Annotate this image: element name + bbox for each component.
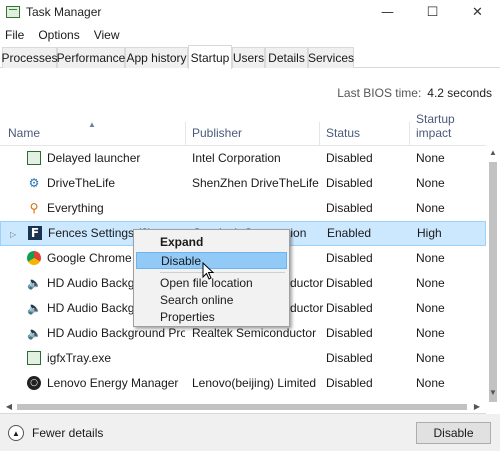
- fewer-details-label[interactable]: Fewer details: [32, 426, 103, 440]
- row-publisher: [192, 346, 320, 371]
- title-bar: Task Manager — ☐ ✕: [0, 0, 500, 24]
- row-publisher: Intel Corporation: [192, 151, 281, 165]
- context-properties[interactable]: Properties: [136, 309, 287, 326]
- row-status: Disabled: [326, 301, 373, 315]
- gear-icon: ⚙: [28, 176, 40, 190]
- menu-options[interactable]: Options: [38, 28, 79, 42]
- column-divider[interactable]: [409, 122, 410, 146]
- chrome-icon: [27, 251, 41, 265]
- window-title: Task Manager: [26, 5, 102, 19]
- speaker-icon: 🔈: [27, 276, 42, 290]
- tab-bar: Processes Performance App history Startu…: [0, 45, 500, 69]
- column-status[interactable]: Status: [326, 120, 410, 146]
- window-controls: — ☐ ✕: [365, 0, 500, 24]
- context-separator: [160, 272, 285, 273]
- app-window-icon: [27, 151, 41, 165]
- menu-file[interactable]: File: [5, 28, 24, 42]
- tab-performance[interactable]: Performance: [57, 47, 125, 68]
- mouse-cursor-icon: [202, 262, 214, 280]
- row-status: Disabled: [326, 326, 373, 340]
- row-status: Disabled: [326, 176, 373, 190]
- row-status: Disabled: [326, 251, 373, 265]
- row-name: Everything: [47, 201, 104, 215]
- vertical-scrollbar[interactable]: ▲ ▼: [486, 120, 500, 414]
- speaker-icon: 🔈: [27, 326, 42, 340]
- row-status: Disabled: [326, 276, 373, 290]
- scrollbar-thumb[interactable]: [489, 162, 497, 402]
- horizontal-scrollbar[interactable]: ◀ ▶: [0, 400, 486, 414]
- row-publisher: Lenovo(beijing) Limited: [192, 376, 317, 390]
- row-impact: None: [416, 351, 445, 365]
- row-publisher: ShenZhen DriveTheLife S...: [192, 176, 320, 190]
- table-row[interactable]: igfxTray.exe Disabled None: [0, 346, 486, 371]
- menu-view[interactable]: View: [94, 28, 120, 42]
- task-manager-icon: [6, 6, 20, 18]
- row-impact: None: [416, 301, 445, 315]
- row-name: DriveTheLife: [47, 176, 116, 190]
- row-impact: None: [416, 376, 445, 390]
- fewer-details-link[interactable]: ▲ Fewer details: [8, 425, 103, 441]
- table-row[interactable]: ⚙ DriveTheLife ShenZhen DriveTheLife S..…: [0, 171, 486, 196]
- speaker-icon: 🔈: [27, 301, 42, 315]
- row-publisher: [192, 196, 320, 221]
- tab-app-history[interactable]: App history: [125, 47, 188, 68]
- row-impact: None: [416, 176, 445, 190]
- chevron-up-icon[interactable]: ▲: [8, 425, 24, 441]
- row-status: Disabled: [326, 151, 373, 165]
- table-row[interactable]: ⚲ Everything Disabled None: [0, 196, 486, 221]
- context-search-online[interactable]: Search online: [136, 292, 287, 309]
- menu-bar: File Options View: [0, 26, 500, 44]
- app-window-icon: [27, 351, 41, 365]
- row-name: igfxTray.exe: [47, 351, 112, 365]
- tab-startup[interactable]: Startup: [188, 45, 232, 69]
- column-name[interactable]: Name: [8, 120, 186, 146]
- row-status: Disabled: [326, 201, 373, 215]
- expand-chevron-icon[interactable]: ▷: [10, 222, 16, 247]
- column-startup-impact[interactable]: Startup impact: [416, 112, 486, 146]
- scroll-down-icon[interactable]: ▼: [486, 386, 500, 400]
- row-impact: None: [416, 251, 445, 265]
- row-status: Disabled: [326, 376, 373, 390]
- tab-users[interactable]: Users: [232, 47, 265, 68]
- row-name: Delayed launcher: [47, 151, 141, 165]
- scroll-up-icon[interactable]: ▲: [486, 146, 500, 160]
- magnifier-icon: ⚲: [29, 201, 39, 215]
- bios-time-label: Last BIOS time:: [337, 86, 422, 100]
- table-row[interactable]: Delayed launcher Intel Corporation Disab…: [0, 146, 486, 171]
- row-name: Lenovo Energy Manager: [47, 376, 179, 390]
- footer-bar: ▲ Fewer details Disable: [0, 414, 500, 451]
- context-expand[interactable]: Expand: [136, 234, 287, 251]
- minimize-button[interactable]: —: [365, 0, 410, 24]
- tab-details[interactable]: Details: [265, 47, 308, 68]
- bios-time: Last BIOS time: 4.2 seconds: [337, 86, 492, 100]
- scrollbar-thumb[interactable]: [17, 404, 467, 410]
- row-impact: None: [416, 151, 445, 165]
- column-divider[interactable]: [319, 122, 320, 146]
- fences-icon: F: [28, 226, 42, 240]
- row-impact: None: [416, 201, 445, 215]
- row-impact: High: [417, 226, 442, 240]
- close-button[interactable]: ✕: [455, 0, 500, 24]
- row-impact: None: [416, 276, 445, 290]
- scroll-right-icon[interactable]: ▶: [470, 400, 484, 414]
- row-status: Enabled: [327, 226, 372, 240]
- maximize-button[interactable]: ☐: [410, 0, 455, 24]
- disable-button[interactable]: Disable: [416, 422, 491, 444]
- scroll-left-icon[interactable]: ◀: [2, 400, 16, 414]
- table-row[interactable]: ○ Lenovo Energy Manager Lenovo(beijing) …: [0, 371, 486, 396]
- table-header: ▲ Name Publisher Status Startup impact: [0, 112, 500, 146]
- column-divider[interactable]: [185, 122, 186, 146]
- tab-processes[interactable]: Processes: [1, 47, 58, 68]
- lenovo-icon: ○: [27, 376, 41, 390]
- column-publisher[interactable]: Publisher: [192, 120, 320, 146]
- tab-services[interactable]: Services: [308, 47, 354, 68]
- row-impact: None: [416, 326, 445, 340]
- row-status: Disabled: [326, 351, 373, 365]
- bios-time-value: 4.2 seconds: [427, 86, 492, 100]
